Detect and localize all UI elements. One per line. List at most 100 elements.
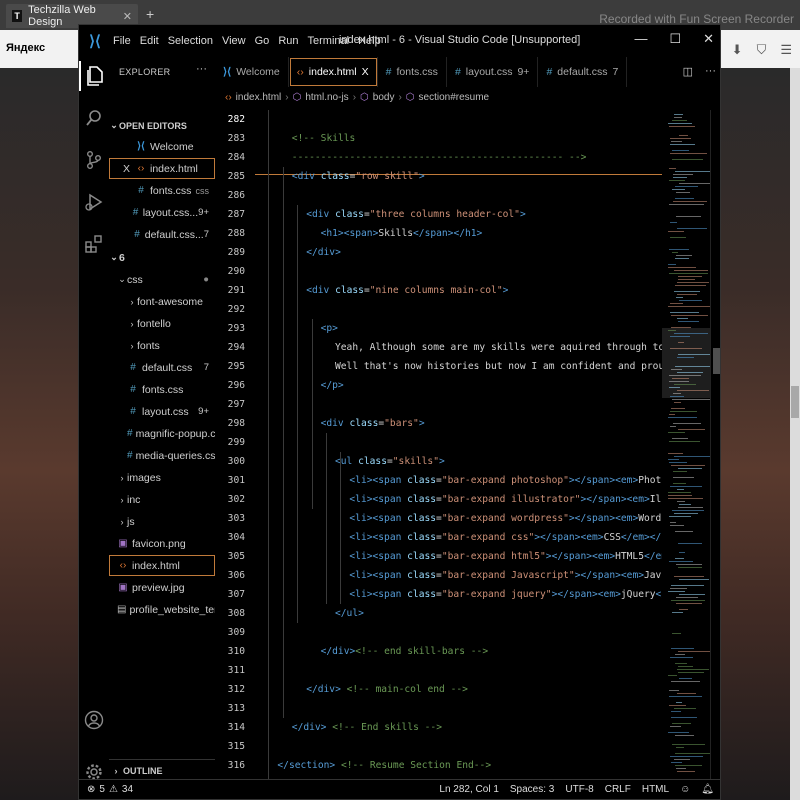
editor-scrollbar[interactable] [710,110,720,781]
minimap-line [677,489,684,490]
menu-file[interactable]: File [113,35,131,47]
run-debug-icon[interactable] [79,187,109,217]
outline-section-header[interactable]: › OUTLINE [109,759,215,781]
indentation[interactable]: Spaces: 3 [510,784,554,795]
code-editor[interactable]: 282 283 <!-- Skills 284 --------------------… [215,110,662,781]
new-tab-button[interactable]: + [146,6,154,22]
tree-item-css[interactable]: ⌄ css ● [109,269,215,290]
tab-welcome[interactable]: ⟩⟨ Welcome [215,57,289,87]
more-actions-icon[interactable]: ··· [705,65,716,78]
open-editor-item[interactable]: # fonts.css css [109,180,215,201]
explorer-icon[interactable] [79,61,109,91]
end-of-line[interactable]: CRLF [605,784,631,795]
code-line[interactable]: 314 </div> <!-- End skills --> [215,718,662,737]
tab-fonts-css[interactable]: # fonts.css [378,57,447,87]
window-title: index.html - 6 - Visual Studio Code [Uns… [339,34,581,46]
account-icon[interactable] [79,705,109,735]
more-actions-icon[interactable]: ··· [196,63,207,75]
tree-item-default-css[interactable]: # default.css 7 [109,357,215,378]
code-line[interactable]: 315 [215,737,662,756]
menu-view[interactable]: View [222,35,246,47]
close-icon[interactable]: ✕ [703,31,714,47]
yandex-logo[interactable]: Яндекс [6,42,45,54]
tab-label: index.html [308,66,357,78]
minimap-line [670,657,693,658]
menu-selection[interactable]: Selection [168,35,213,47]
maximize-icon[interactable]: ☐ [669,31,681,47]
code-line[interactable]: 283 <!-- Skills [215,129,662,148]
code-token: </span></h1> [413,228,483,239]
vscode-window: ⟩⟨ File Edit Selection View Go Run Terminal Hel… [78,24,721,800]
open-editors-header[interactable]: ⌄ OPEN EDITORS [109,115,215,136]
editor-scrollbar-thumb[interactable] [713,348,720,374]
language-mode[interactable]: HTML [642,784,669,795]
close-tab-button[interactable]: X [362,66,369,78]
tree-item-index-html[interactable]: ‹› index.html [109,555,215,576]
extensions-icon[interactable] [79,229,109,259]
minimize-icon[interactable]: — [634,31,647,47]
open-editor-item[interactable]: # default.css... 7 [109,224,215,245]
tab-layout-css[interactable]: # layout.css 9+ [447,57,539,87]
code-token: "skills" [392,456,439,467]
encoding[interactable]: UTF-8 [565,784,593,795]
code-token: <li><span [349,513,408,524]
tab-default-css[interactable]: # default.css 7 [538,57,628,87]
minimap-line [672,378,689,379]
close-icon[interactable]: ✕ [123,10,132,23]
shield-icon[interactable]: ⛉ [757,42,767,58]
menu-go[interactable]: Go [255,35,270,47]
minimap[interactable] [662,110,711,781]
menu-icon[interactable]: ☰ [780,42,792,58]
tree-item-label: media-queries.css [135,449,215,462]
explorer-sidebar: EXPLORER ··· ⌄ OPEN EDITORS ⟩⟨ Welcome X ‹›… [109,57,215,781]
source-control-icon[interactable] [79,145,109,175]
code-line[interactable]: 282 [215,110,662,129]
code-line[interactable]: 316 </section> <!-- Resume Section End--> [215,756,662,775]
tree-item-preview-jpg[interactable]: ▣ preview.jpg [109,577,215,598]
close-icon[interactable]: X [123,163,135,175]
menu-run[interactable]: Run [278,35,298,47]
tree-item-js[interactable]: › js [109,511,215,532]
tab-index-html[interactable]: ‹› index.html X [289,57,378,87]
tree-item-fontello[interactable]: › fontello [109,313,215,334]
open-editor-item[interactable]: # layout.css... 9+ [109,202,215,223]
tree-item-profile-website-templ-[interactable]: ▤profile_website_templ... [109,599,215,620]
cursor-position[interactable]: Ln 282, Col 1 [439,784,499,795]
open-editor-item[interactable]: X ‹› index.html [109,158,215,179]
breadcrumb-item[interactable]: section#resume [419,92,490,103]
tree-item-fonts[interactable]: › fonts [109,335,215,356]
problems-indicator[interactable]: ⊗ 5 ⚠ 34 [79,784,133,795]
breadcrumb-item[interactable]: html.no-js [305,92,348,103]
menu-edit[interactable]: Edit [140,35,159,47]
smiley-icon[interactable]: ☺ [680,784,690,795]
tree-item-layout-css[interactable]: # layout.css 9+ [109,401,215,422]
tree-item-magnific-popup-css[interactable]: #magnific-popup.css [109,423,215,444]
line-number: 307 [227,589,245,600]
tree-item-images[interactable]: › images [109,467,215,488]
code-text: <!-- Skills [292,133,356,144]
code-token: </ul> [335,608,364,619]
download-icon[interactable]: ⬇ [732,42,743,58]
split-editor-icon[interactable]: ◫ [683,65,693,78]
tree-item-font-awesome[interactable]: › font-awesome [109,291,215,312]
bell-icon[interactable]: 🔔︎ [701,784,714,795]
minimap-line [668,330,676,331]
code-line[interactable]: 284 -------------------------------------… [215,148,662,167]
open-editor-item[interactable]: ⟩⟨ Welcome [109,136,215,157]
tree-item-media-queries-css[interactable]: # media-queries.css [109,445,215,466]
breadcrumb-item[interactable]: index.html [236,92,282,103]
minimap-line [669,516,691,517]
code-token: </div> [320,646,356,657]
tree-item-favicon-png[interactable]: ▣ favicon.png [109,533,215,554]
minimap-line [677,669,709,670]
workspace-folder-header[interactable]: ⌄ 6 [109,247,215,268]
tree-item-inc[interactable]: › inc [109,489,215,510]
minimap-line [677,501,685,502]
page-scrollbar[interactable] [790,68,800,800]
breadcrumb-item[interactable]: body [373,92,395,103]
minimap-line [670,486,702,487]
page-scrollbar-thumb[interactable] [791,386,799,418]
code-token: class [407,532,437,543]
tree-item-fonts-css[interactable]: # fonts.css [109,379,215,400]
search-icon[interactable] [79,103,109,133]
